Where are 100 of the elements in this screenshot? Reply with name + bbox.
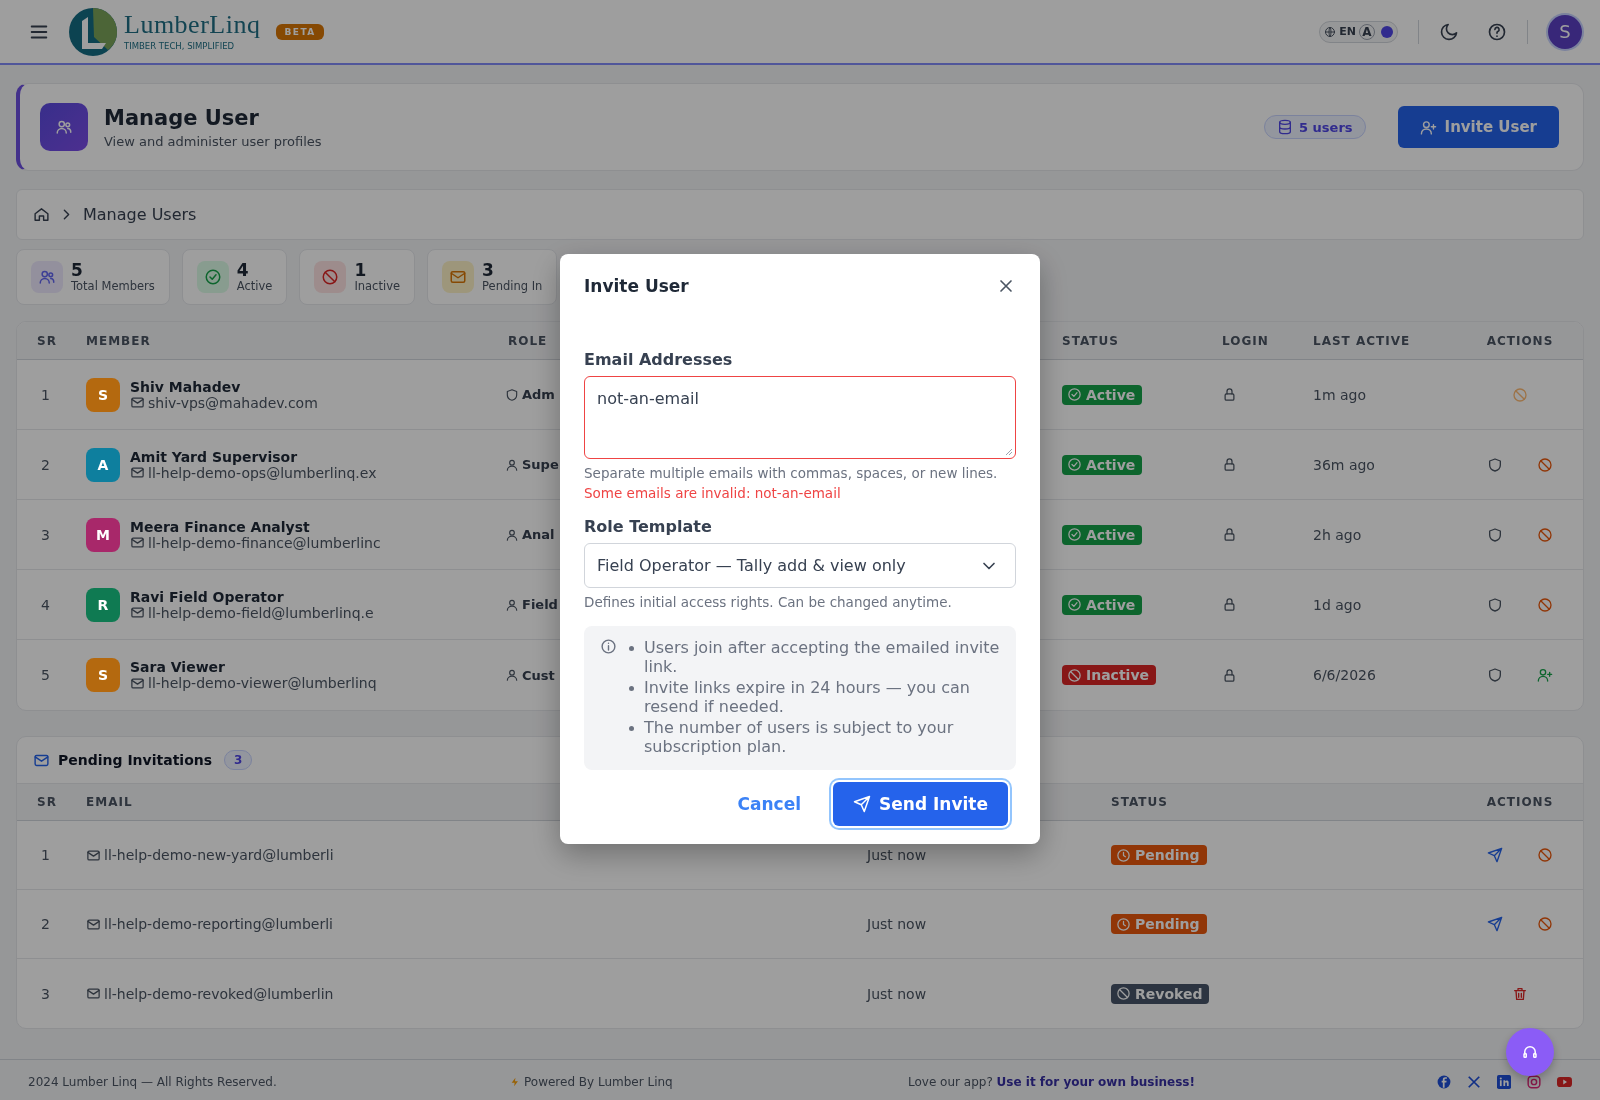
user-plus-icon	[1419, 118, 1437, 136]
headset-icon	[1521, 1043, 1539, 1061]
member-name: Amit Yard Supervisor	[130, 448, 299, 465]
status-badge: Active	[1062, 384, 1143, 405]
column-header: ACTIONS	[1486, 795, 1554, 809]
last-active: 2h ago	[1313, 526, 1362, 543]
logo-name: LumberLinq	[124, 12, 261, 38]
column-header: LOGIN	[1222, 333, 1269, 348]
page-subtitle: View and administer user profiles	[104, 133, 322, 149]
send-icon	[1487, 916, 1503, 932]
ban-button[interactable]	[1535, 845, 1555, 865]
instagram-icon[interactable]	[1527, 1074, 1541, 1089]
stat-label: Inactive	[354, 279, 401, 294]
member-name: Meera Finance Analyst	[130, 518, 311, 535]
last-active: 6/6/2026	[1313, 667, 1376, 683]
block-icon	[1537, 526, 1553, 543]
column-header: STATUS	[1111, 795, 1168, 809]
invite-email: ll-help-demo-revoked@lumberlin	[104, 985, 334, 1002]
check-circle-icon	[1067, 387, 1082, 402]
help-button[interactable]	[1487, 21, 1507, 42]
info-icon	[600, 638, 617, 655]
send-button[interactable]	[1485, 914, 1505, 934]
invite-date: Just now	[867, 847, 927, 863]
user-icon	[505, 597, 519, 612]
ban-icon	[1537, 847, 1553, 863]
column-header: MEMBER	[86, 333, 151, 348]
invite-user-button[interactable]: Invite User	[1397, 106, 1559, 148]
home-icon	[33, 206, 50, 223]
lock-icon	[1222, 597, 1237, 612]
linkedin-icon[interactable]	[1497, 1074, 1511, 1089]
user-icon	[505, 457, 519, 472]
copyright-text: 2024 Lumber Linq — All Rights Reserved.	[28, 1074, 277, 1089]
status-badge: Active	[1062, 454, 1143, 475]
row-number: 2	[40, 456, 51, 473]
modal-title: Invite User	[584, 276, 689, 296]
language-toggle[interactable]: EN A	[1319, 20, 1398, 43]
row-number: 2	[40, 916, 51, 932]
shield-icon	[1487, 596, 1503, 613]
database-icon	[1277, 119, 1294, 135]
member-role: Cust	[522, 667, 555, 683]
resize-grip-icon[interactable]	[1004, 447, 1013, 456]
shield-icon	[1487, 526, 1503, 543]
shield-icon	[505, 387, 519, 402]
user-plus-icon	[1537, 667, 1553, 683]
stat-value: 1	[354, 260, 368, 280]
send-button[interactable]	[1485, 845, 1505, 865]
theme-button[interactable]	[1439, 21, 1459, 42]
status-badge: Active	[1062, 524, 1143, 545]
column-header: SR	[37, 795, 57, 809]
row-number: 4	[40, 596, 51, 613]
member-role: Anal	[522, 527, 555, 542]
member-avatar: R	[86, 587, 120, 622]
status-badge: Pending	[1111, 914, 1207, 934]
bullet-dot	[629, 646, 634, 651]
block-icon	[1537, 456, 1553, 473]
member-role: Adm	[522, 387, 555, 402]
stat-value: 3	[482, 260, 495, 280]
home-link[interactable]	[33, 206, 50, 223]
check-circle-icon	[203, 268, 222, 286]
ban-button[interactable]	[1535, 914, 1555, 934]
row-number: 3	[40, 526, 51, 543]
ban-icon	[1537, 916, 1553, 932]
member-email: ll-help-demo-field@lumberlinq.e	[148, 604, 374, 621]
member-email: ll-help-demo-viewer@lumberlinq	[148, 675, 377, 691]
last-active: 1m ago	[1313, 386, 1367, 403]
mail-icon	[130, 675, 145, 691]
facebook-icon[interactable]	[1437, 1074, 1451, 1089]
note-text: The number of users is subject to your subscription plan.	[644, 718, 955, 756]
mail-icon	[130, 465, 145, 480]
member-email: ll-help-demo-ops@lumberlinq.ex	[148, 464, 377, 481]
block-icon	[1537, 596, 1553, 613]
x-icon[interactable]	[1467, 1074, 1481, 1089]
field-label: Email Addresses	[584, 350, 734, 369]
last-active: 1d ago	[1313, 596, 1362, 613]
logo-icon	[68, 6, 118, 57]
promo-link[interactable]: Use it for your own business!	[996, 1074, 1195, 1089]
member-role: Supe	[522, 457, 559, 472]
mail-icon	[449, 268, 468, 286]
row-number: 1	[40, 386, 51, 403]
email-field[interactable]: not-an-email	[584, 376, 1016, 459]
stat-label: Active	[236, 279, 273, 294]
user-avatar[interactable]: S	[1548, 14, 1582, 49]
mail-icon	[130, 605, 145, 620]
youtube-icon[interactable]	[1557, 1074, 1572, 1089]
ban-icon	[1116, 986, 1131, 1001]
role-select[interactable]: Field Operator — Tally add & view only	[584, 543, 1016, 588]
beta-badge: BETA	[276, 23, 324, 40]
send-icon	[853, 795, 872, 813]
check-circle-icon	[1067, 527, 1082, 542]
clock-icon	[1116, 847, 1131, 863]
member-avatar: S	[86, 377, 120, 412]
column-header: EMAIL	[86, 795, 133, 809]
note-text: Users join after accepting the emailed invite link.	[644, 638, 1000, 676]
trash-icon	[1512, 985, 1528, 1002]
clock-icon	[1116, 916, 1131, 932]
bullet-dot	[629, 726, 634, 731]
row-number: 5	[40, 667, 51, 683]
cancel-button[interactable]: Cancel	[731, 793, 808, 815]
ban-icon	[1067, 667, 1082, 683]
member-email: shiv-vps@mahadev.com	[148, 394, 318, 411]
